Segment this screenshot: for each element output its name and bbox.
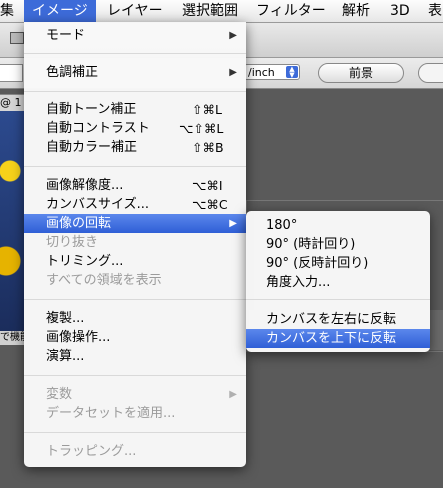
menu-item-trim[interactable]: トリミング... bbox=[24, 252, 246, 271]
menu-item-label: 90° (時計回り) bbox=[266, 237, 356, 252]
menu-item-variables[interactable]: 変数 ▶ bbox=[24, 385, 246, 404]
menu-item-auto-tone[interactable]: 自動トーン補正 ⇧⌘L bbox=[24, 100, 246, 119]
menu-item-label: 90° (反時計回り) bbox=[266, 256, 369, 271]
width-field[interactable] bbox=[0, 64, 23, 82]
menu-item-label: 色調補正 bbox=[46, 65, 99, 80]
menu-item-label: カンバスを上下に反転 bbox=[266, 331, 397, 346]
clear-button[interactable] bbox=[418, 63, 443, 83]
menu-item-auto-contrast[interactable]: 自動コントラスト ⌥⇧⌘L bbox=[24, 119, 246, 138]
menu-separator bbox=[24, 432, 246, 433]
menu-item-crop[interactable]: 切り抜き bbox=[24, 233, 246, 252]
document-tab[interactable]: @ 1 bbox=[0, 94, 25, 112]
menu-item-label: カンバスサイズ... bbox=[46, 197, 150, 212]
menu-item-duplicate[interactable]: 複製... bbox=[24, 309, 246, 328]
menu-view[interactable]: 表 bbox=[420, 0, 443, 22]
menu-item-label: カンバスを左右に反転 bbox=[266, 312, 397, 327]
menu-separator bbox=[246, 299, 430, 300]
menu-item-calculations[interactable]: 演算... bbox=[24, 347, 246, 366]
submenu-arrow-icon: ▶ bbox=[229, 218, 237, 229]
front-image-button[interactable]: 前景 bbox=[318, 63, 404, 83]
screen-mode-icon[interactable] bbox=[10, 32, 24, 44]
menu-item-trap[interactable]: トラッピング... bbox=[24, 442, 246, 461]
menu-bar: 集 イメージ レイヤー 選択範囲 フィルター 解析 3D 表 bbox=[0, 0, 443, 23]
menu-item-shortcut: ⌥⌘C bbox=[192, 197, 228, 212]
resolution-units-value: /inch bbox=[248, 66, 275, 79]
menu-item-label: 複製... bbox=[46, 311, 85, 326]
submenu-item-flip-horizontal[interactable]: カンバスを左右に反転 bbox=[246, 310, 430, 329]
submenu-arrow-icon: ▶ bbox=[229, 67, 237, 78]
menu-item-mode[interactable]: モード ▶ bbox=[24, 26, 246, 45]
submenu-item-rotate-90-ccw[interactable]: 90° (反時計回り) bbox=[246, 254, 430, 273]
menu-item-adjustments[interactable]: 色調補正 ▶ bbox=[24, 63, 246, 82]
menu-filter[interactable]: フィルター bbox=[248, 0, 334, 22]
menu-item-image-size[interactable]: 画像解像度... ⌥⌘I bbox=[24, 176, 246, 195]
menu-item-label: 画像解像度... bbox=[46, 178, 124, 193]
menu-item-label: 画像操作... bbox=[46, 330, 111, 345]
submenu-arrow-icon: ▶ bbox=[229, 389, 237, 400]
menu-item-label: 180° bbox=[266, 218, 298, 233]
document-status-bar: で機能 bbox=[0, 331, 24, 345]
menu-separator bbox=[24, 166, 246, 167]
menu-item-label: 演算... bbox=[46, 349, 85, 364]
menu-item-shortcut: ⇧⌘L bbox=[192, 102, 222, 117]
menu-item-label: すべての領域を表示 bbox=[46, 273, 162, 288]
menu-item-label: 自動カラー補正 bbox=[46, 140, 138, 155]
select-arrows-icon: ▲ ▼ bbox=[286, 66, 298, 79]
menu-select[interactable]: 選択範囲 bbox=[174, 0, 246, 22]
submenu-item-rotate-180[interactable]: 180° bbox=[246, 216, 430, 235]
menu-separator bbox=[24, 375, 246, 376]
menu-separator bbox=[24, 53, 246, 54]
menu-item-image-rotation[interactable]: 画像の回転 ▶ bbox=[24, 214, 246, 233]
menu-item-shortcut: ⌥⌘I bbox=[192, 178, 223, 193]
menu-item-label: 変数 bbox=[46, 387, 73, 402]
menu-item-label: 画像の回転 bbox=[46, 216, 112, 231]
menu-item-label: モード bbox=[46, 28, 86, 43]
menu-separator bbox=[24, 299, 246, 300]
menu-3d[interactable]: 3D bbox=[382, 0, 418, 22]
submenu-item-rotate-90-cw[interactable]: 90° (時計回り) bbox=[246, 235, 430, 254]
menu-item-canvas-size[interactable]: カンバスサイズ... ⌥⌘C bbox=[24, 195, 246, 214]
menu-item-auto-color[interactable]: 自動カラー補正 ⇧⌘B bbox=[24, 138, 246, 157]
menu-item-label: 切り抜き bbox=[46, 235, 99, 250]
submenu-arrow-icon: ▶ bbox=[229, 30, 237, 41]
menu-item-apply-image[interactable]: 画像操作... bbox=[24, 328, 246, 347]
menu-item-label: データセットを適用... bbox=[46, 406, 176, 421]
menu-edit[interactable]: 集 bbox=[0, 0, 22, 22]
image-menu: モード ▶ 色調補正 ▶ 自動トーン補正 ⇧⌘L 自動コントラスト ⌥⇧⌘L 自… bbox=[24, 22, 246, 467]
image-rotation-submenu: 180° 90° (時計回り) 90° (反時計回り) 角度入力... カンバス… bbox=[246, 211, 430, 352]
submenu-item-arbitrary[interactable]: 角度入力... bbox=[246, 273, 430, 292]
menu-item-label: トラッピング... bbox=[46, 444, 137, 459]
menu-item-label: 自動コントラスト bbox=[46, 121, 150, 136]
menu-item-shortcut: ⌥⇧⌘L bbox=[179, 121, 224, 136]
menu-analysis[interactable]: 解析 bbox=[334, 0, 378, 22]
menu-image[interactable]: イメージ bbox=[24, 0, 96, 22]
menu-item-shortcut: ⇧⌘B bbox=[192, 140, 224, 155]
menu-item-apply-data-set[interactable]: データセットを適用... bbox=[24, 404, 246, 423]
menu-item-reveal-all[interactable]: すべての領域を表示 bbox=[24, 271, 246, 290]
resolution-units-select[interactable]: /inch ▲ ▼ bbox=[244, 64, 300, 80]
submenu-item-flip-vertical[interactable]: カンバスを上下に反転 bbox=[246, 329, 430, 348]
menu-item-label: 自動トーン補正 bbox=[46, 102, 137, 117]
menu-separator bbox=[24, 91, 246, 92]
menu-item-label: トリミング... bbox=[46, 254, 124, 269]
menu-item-label: 角度入力... bbox=[266, 275, 331, 290]
sunflower-image bbox=[0, 111, 24, 331]
menu-layer[interactable]: レイヤー bbox=[99, 0, 171, 22]
